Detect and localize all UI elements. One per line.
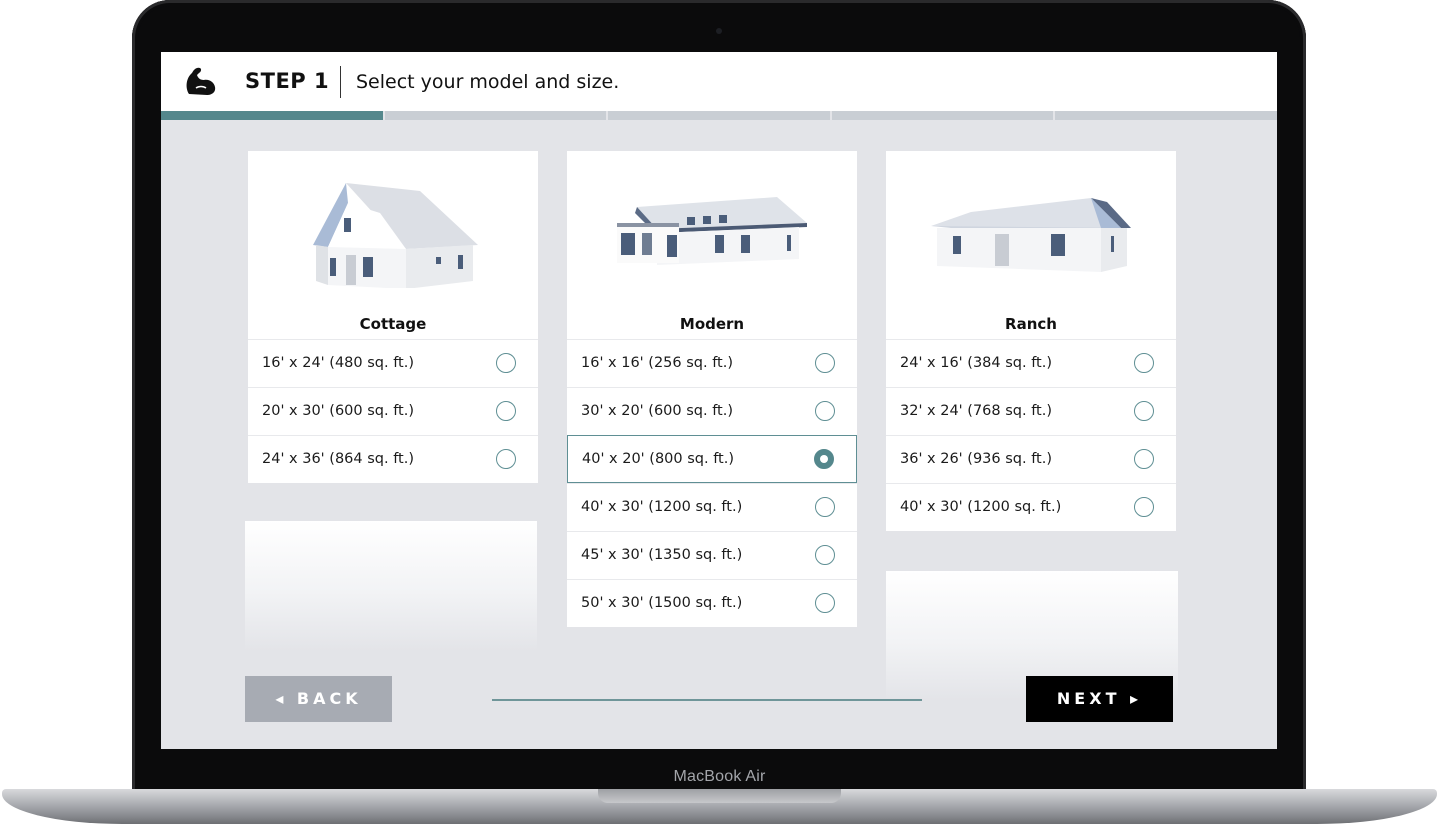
size-label: 50' x 30' (1500 sq. ft.): [581, 595, 743, 611]
radio-button[interactable]: [815, 353, 835, 373]
flexed-arm-logo-icon: [186, 67, 216, 95]
next-button[interactable]: NEXT ▸: [1026, 676, 1173, 722]
size-label: 32' x 24' (768 sq. ft.): [900, 403, 1053, 419]
radio-button[interactable]: [815, 545, 835, 565]
ranch-image: [886, 151, 1176, 311]
size-label: 40' x 20' (800 sq. ft.): [582, 451, 735, 467]
model-card-ranch: Ranch 24' x 16' (384 sq. ft.) 32' x 24' …: [886, 151, 1176, 531]
nav-divider-line: [492, 699, 922, 701]
radio-button[interactable]: [496, 401, 516, 421]
radio-button-checked[interactable]: [814, 449, 834, 469]
size-label: 36' x 26' (936 sq. ft.): [900, 451, 1053, 467]
step-header: STEP 1 Select your model and size.: [161, 52, 1277, 111]
size-label: 24' x 36' (864 sq. ft.): [262, 451, 415, 467]
radio-button[interactable]: [496, 449, 516, 469]
header-divider: [340, 66, 341, 98]
cottage-image: [248, 151, 538, 311]
size-option[interactable]: 20' x 30' (600 sq. ft.): [248, 387, 538, 435]
size-label: 16' x 24' (480 sq. ft.): [262, 355, 415, 371]
model-card-modern: Modern 16' x 16' (256 sq. ft.) 30' x 20'…: [567, 151, 857, 627]
size-label: 40' x 30' (1200 sq. ft.): [900, 499, 1062, 515]
size-option[interactable]: 32' x 24' (768 sq. ft.): [886, 387, 1176, 435]
size-option[interactable]: 45' x 30' (1350 sq. ft.): [567, 531, 857, 579]
radio-button[interactable]: [1134, 497, 1154, 517]
laptop-base-notch: [598, 789, 841, 803]
size-label: 40' x 30' (1200 sq. ft.): [581, 499, 743, 515]
progress-bar: [161, 111, 1277, 120]
radio-button[interactable]: [496, 353, 516, 373]
camera-icon: [716, 28, 722, 34]
size-label: 30' x 20' (600 sq. ft.): [581, 403, 734, 419]
radio-button[interactable]: [1134, 449, 1154, 469]
modern-image: [567, 151, 857, 311]
model-name: Modern: [679, 315, 745, 333]
radio-button[interactable]: [815, 593, 835, 613]
size-option[interactable]: 30' x 20' (600 sq. ft.): [567, 387, 857, 435]
radio-button[interactable]: [815, 401, 835, 421]
progress-segment: [161, 111, 383, 120]
ranch-house-icon: [931, 198, 1131, 272]
size-option[interactable]: 40' x 30' (1200 sq. ft.): [567, 483, 857, 531]
model-card-cottage: Cottage 16' x 24' (480 sq. ft.) 20' x 30…: [248, 151, 538, 483]
size-label: 24' x 16' (384 sq. ft.): [900, 355, 1053, 371]
step-description: Select your model and size.: [356, 71, 620, 93]
radio-button[interactable]: [1134, 353, 1154, 373]
size-option[interactable]: 36' x 26' (936 sq. ft.): [886, 435, 1176, 483]
progress-segment: [384, 111, 607, 120]
size-option[interactable]: 40' x 30' (1200 sq. ft.): [886, 483, 1176, 531]
size-label: 16' x 16' (256 sq. ft.): [581, 355, 734, 371]
size-option-selected[interactable]: 40' x 20' (800 sq. ft.): [567, 435, 857, 483]
size-option[interactable]: 16' x 24' (480 sq. ft.): [248, 339, 538, 387]
size-label: 45' x 30' (1350 sq. ft.): [581, 547, 743, 563]
progress-segment: [831, 111, 1054, 120]
radio-button[interactable]: [1134, 401, 1154, 421]
device-label: MacBook Air: [673, 768, 766, 785]
model-name: Cottage: [359, 315, 427, 333]
size-label: 20' x 30' (600 sq. ft.): [262, 403, 415, 419]
cottage-house-icon: [313, 183, 478, 288]
modern-house-icon: [617, 197, 807, 265]
progress-segment: [608, 111, 830, 120]
size-option[interactable]: 50' x 30' (1500 sq. ft.): [567, 579, 857, 627]
back-button[interactable]: ◂ BACK: [245, 676, 392, 722]
size-option[interactable]: 16' x 16' (256 sq. ft.): [567, 339, 857, 387]
size-option[interactable]: 24' x 36' (864 sq. ft.): [248, 435, 538, 483]
size-option[interactable]: 24' x 16' (384 sq. ft.): [886, 339, 1176, 387]
model-name: Ranch: [1005, 315, 1057, 333]
progress-segment: [1055, 111, 1277, 120]
radio-button[interactable]: [815, 497, 835, 517]
step-title: STEP 1: [245, 69, 330, 93]
placeholder-panel: [245, 521, 537, 651]
app-screen: STEP 1 Select your model and size. Cotta…: [161, 52, 1277, 749]
